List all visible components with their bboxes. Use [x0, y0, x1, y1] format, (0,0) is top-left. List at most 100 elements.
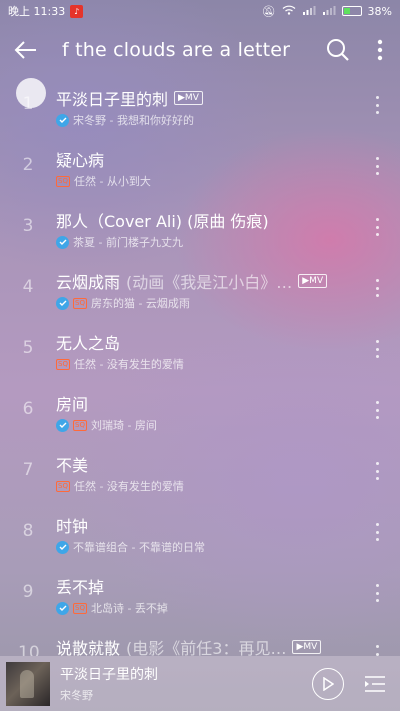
- song-more-button[interactable]: [374, 340, 380, 358]
- back-arrow-icon: [14, 41, 36, 59]
- more-button[interactable]: [360, 28, 400, 72]
- sq-quality-badge: SQ: [73, 297, 87, 309]
- player-artist: 宋冬野: [60, 689, 93, 702]
- song-meta: SQ 任然 - 没有发生的爱情: [56, 478, 356, 494]
- dot: [375, 355, 379, 358]
- dot: [375, 218, 379, 221]
- battery-icon: [341, 6, 362, 16]
- song-alt-title: (电影《前任3：再见…: [126, 639, 287, 656]
- song-index: 1: [22, 94, 34, 114]
- song-title: 无人之岛: [56, 334, 121, 353]
- sq-quality-badge: SQ: [56, 175, 70, 187]
- song-title-line: 时钟: [56, 513, 356, 537]
- artist-album-text: 任然 - 没有发生的爱情: [73, 358, 184, 371]
- search-button[interactable]: [316, 28, 360, 72]
- song-title: 房间: [56, 395, 89, 414]
- song-title-line: 丢不掉: [56, 574, 356, 598]
- song-meta: 茶夏 - 前门楼子九丈九: [56, 234, 356, 250]
- dot: [375, 584, 379, 587]
- song-more-button[interactable]: [374, 279, 380, 297]
- artist-album-text: 不靠谱组合 - 不靠谱的日常: [73, 541, 205, 554]
- dot: [375, 523, 379, 526]
- search-icon: [327, 39, 349, 61]
- song-index: 4: [22, 277, 34, 297]
- wifi-icon: [282, 5, 296, 18]
- song-row[interactable]: 1 平淡日子里的刺 ▶MV 宋冬野 - 我想和你好好的: [0, 74, 400, 135]
- song-list[interactable]: 1 平淡日子里的刺 ▶MV 宋冬野 - 我想和你好好的 2 疑心病 SQ 任然 - 从小到大 3…: [0, 74, 400, 656]
- song-row[interactable]: 8 时钟 不靠谱组合 - 不靠谱的日常: [0, 501, 400, 562]
- song-index: 5: [22, 338, 34, 358]
- playlist-queue-button[interactable]: [360, 669, 390, 699]
- netease-app-icon: ♪: [70, 4, 84, 18]
- artist-album-text: 北岛诗 - 丢不掉: [90, 602, 168, 615]
- dot: [375, 172, 379, 175]
- dot: [375, 164, 379, 168]
- song-row[interactable]: 5 无人之岛 SQ 任然 - 没有发生的爱情: [0, 318, 400, 379]
- dot: [375, 645, 379, 648]
- song-row[interactable]: 2 疑心病 SQ 任然 - 从小到大: [0, 135, 400, 196]
- song-row[interactable]: 10 说散就散 (电影《前任3：再见… ▶MV: [0, 623, 400, 656]
- artist-album-text: 任然 - 没有发生的爱情: [73, 480, 184, 493]
- song-meta: SQ 任然 - 没有发生的爱情: [56, 356, 356, 372]
- song-more-button[interactable]: [374, 523, 380, 541]
- dot: [375, 96, 379, 99]
- song-meta: SQ 刘瑞琦 - 房间: [56, 417, 356, 433]
- dot: [375, 157, 379, 160]
- song-row[interactable]: 7 不美 SQ 任然 - 没有发生的爱情: [0, 440, 400, 501]
- battery-level: [343, 8, 350, 14]
- album-cover[interactable]: [6, 661, 50, 706]
- song-more-button[interactable]: [374, 157, 380, 175]
- song-title-line: 那人（Cover Ali) (原曲 伤痕): [56, 208, 356, 232]
- play-button[interactable]: [312, 667, 344, 700]
- dot: [375, 538, 379, 541]
- song-row[interactable]: 3 那人（Cover Ali) (原曲 伤痕) 茶夏 - 前门楼子九丈九: [0, 196, 400, 257]
- play-icon: [323, 676, 334, 691]
- song-row[interactable]: 4 云烟成雨 (动画《我是江小白》… ▶MV SQ 房东的猫 - 云烟成雨: [0, 257, 400, 318]
- mini-player[interactable]: 平淡日子里的刺 宋冬野: [0, 656, 400, 711]
- downloaded-check-icon: [56, 113, 69, 127]
- song-meta: 宋冬野 - 我想和你好好的: [56, 112, 356, 128]
- sq-quality-badge: SQ: [73, 602, 87, 614]
- song-row[interactable]: 9 丢不掉 SQ 北岛诗 - 丢不掉: [0, 562, 400, 623]
- page-title: f the clouds are a letter: [62, 39, 291, 61]
- song-title-line: 无人之岛: [56, 330, 356, 354]
- sq-quality-badge: SQ: [56, 358, 70, 370]
- song-title-line: 说散就散 (电影《前任3：再见… ▶MV: [56, 635, 356, 656]
- sq-quality-badge: SQ: [56, 480, 70, 492]
- song-meta: SQ 房东的猫 - 云烟成雨: [56, 295, 356, 311]
- dot: [375, 401, 379, 404]
- song-title-line: 云烟成雨 (动画《我是江小白》… ▶MV: [56, 269, 356, 293]
- dot: [375, 591, 379, 595]
- song-title-line: 疑心病: [56, 147, 356, 171]
- song-more-button[interactable]: [374, 401, 380, 419]
- dot: [375, 469, 379, 473]
- downloaded-check-icon: [56, 601, 69, 615]
- dot: [375, 530, 379, 534]
- dot: [375, 347, 379, 351]
- back-button[interactable]: [0, 28, 52, 72]
- song-more-button[interactable]: [374, 645, 380, 656]
- signal-icon: [302, 5, 316, 18]
- status-time: 晚上 11:33: [8, 5, 66, 18]
- dot: [375, 279, 379, 282]
- dot: [375, 477, 379, 480]
- song-row[interactable]: 6 房间 SQ 刘瑞琦 - 房间: [0, 379, 400, 440]
- mv-badge[interactable]: ▶MV: [292, 640, 322, 654]
- song-more-button[interactable]: [374, 96, 380, 114]
- downloaded-check-icon: [56, 418, 69, 432]
- mv-badge[interactable]: ▶MV: [174, 91, 203, 105]
- song-more-button[interactable]: [374, 462, 380, 480]
- song-title: 时钟: [56, 517, 89, 536]
- mv-badge[interactable]: ▶MV: [298, 274, 328, 288]
- song-title: 云烟成雨: [56, 273, 121, 292]
- song-more-button[interactable]: [374, 584, 380, 602]
- song-more-button[interactable]: [374, 218, 380, 236]
- dot: [375, 233, 379, 236]
- song-index: 9: [22, 582, 34, 602]
- song-title-line: 平淡日子里的刺 ▶MV: [56, 86, 356, 110]
- player-song-title: 平淡日子里的刺: [60, 667, 158, 683]
- dot: [375, 462, 379, 465]
- playlist-icon: [365, 675, 385, 692]
- artist-album-text: 宋冬野 - 我想和你好好的: [73, 114, 194, 127]
- song-index: 2: [22, 155, 34, 175]
